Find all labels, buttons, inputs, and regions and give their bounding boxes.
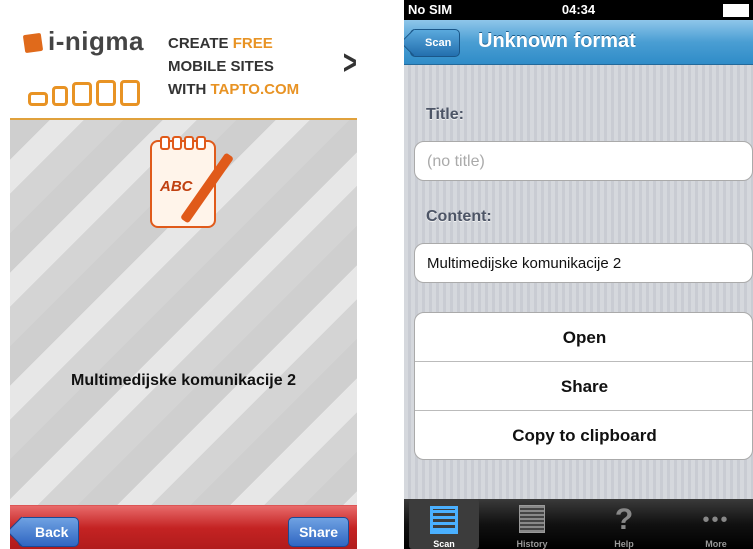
navigation-bar: Scan Unknown format	[404, 20, 753, 65]
title-value: (no title)	[427, 153, 485, 170]
tab-more-label: More	[705, 539, 727, 549]
left-phone-screen: i-nigma CREATE FREE MOBILE SITES WITH TA…	[10, 0, 357, 549]
tab-more[interactable]: ••• More	[681, 499, 751, 549]
tab-history[interactable]: History	[497, 499, 567, 549]
page-title: Unknown format	[478, 30, 636, 52]
inigma-logo-text: i-nigma	[48, 26, 144, 56]
back-button-label: Back	[35, 524, 69, 540]
ad-banner[interactable]: i-nigma CREATE FREE MOBILE SITES WITH TA…	[10, 0, 357, 120]
scan-back-button[interactable]: Scan	[410, 29, 461, 57]
inigma-logo: i-nigma	[22, 26, 144, 57]
scanned-content-text: Multimedijske komunikacije 2	[71, 372, 296, 389]
ad-line2: MOBILE SITES	[168, 58, 274, 75]
title-field[interactable]: (no title)	[414, 141, 753, 181]
qr-code-icon	[430, 506, 458, 534]
content-label: Content:	[426, 208, 492, 225]
ad-line1-highlight: FREE	[232, 35, 273, 52]
actions-group: Open Share Copy to clipboard	[414, 312, 753, 460]
history-icon	[519, 505, 545, 533]
clock-text: 04:34	[561, 2, 596, 17]
ad-line3: WITH	[168, 81, 207, 98]
share-button[interactable]: Share	[288, 517, 349, 547]
ad-line1: CREATE	[168, 35, 229, 52]
share-action-button[interactable]: Share	[415, 362, 752, 411]
status-bar: No SIM 04:34	[404, 0, 753, 20]
tab-scan-label: Scan	[433, 539, 455, 549]
content-value: Multimedijske komunikacije 2	[427, 255, 622, 272]
content-field[interactable]: Multimedijske komunikacije 2	[414, 243, 753, 283]
title-label: Title:	[426, 106, 464, 123]
share-button-label: Share	[299, 524, 338, 540]
ad-text: CREATE FREE MOBILE SITES WITH TAPTO.COM	[168, 32, 299, 101]
tab-scan[interactable]: Scan	[409, 499, 479, 549]
tab-history-label: History	[516, 539, 548, 549]
right-phone-screen: No SIM 04:34 Scan Unknown format Title: …	[404, 0, 753, 549]
tab-help[interactable]: ? Help	[589, 499, 659, 549]
battery-icon	[723, 4, 749, 17]
scan-back-label: Scan	[425, 37, 452, 49]
bottom-toolbar: Back Share	[10, 505, 357, 549]
copy-to-clipboard-button[interactable]: Copy to clipboard	[415, 411, 752, 459]
ad-line3-highlight: TAPTO.COM	[210, 81, 300, 98]
tab-help-label: Help	[614, 539, 634, 549]
question-icon: ?	[614, 503, 634, 536]
back-button[interactable]: Back	[18, 517, 80, 547]
open-button[interactable]: Open	[415, 313, 752, 362]
phones-icon	[28, 80, 144, 106]
inigma-logo-icon	[22, 32, 44, 54]
tab-bar: Scan History ? Help ••• More	[404, 499, 753, 549]
more-icon: •••	[702, 509, 730, 531]
chevron-right-icon[interactable]: >	[343, 44, 357, 83]
